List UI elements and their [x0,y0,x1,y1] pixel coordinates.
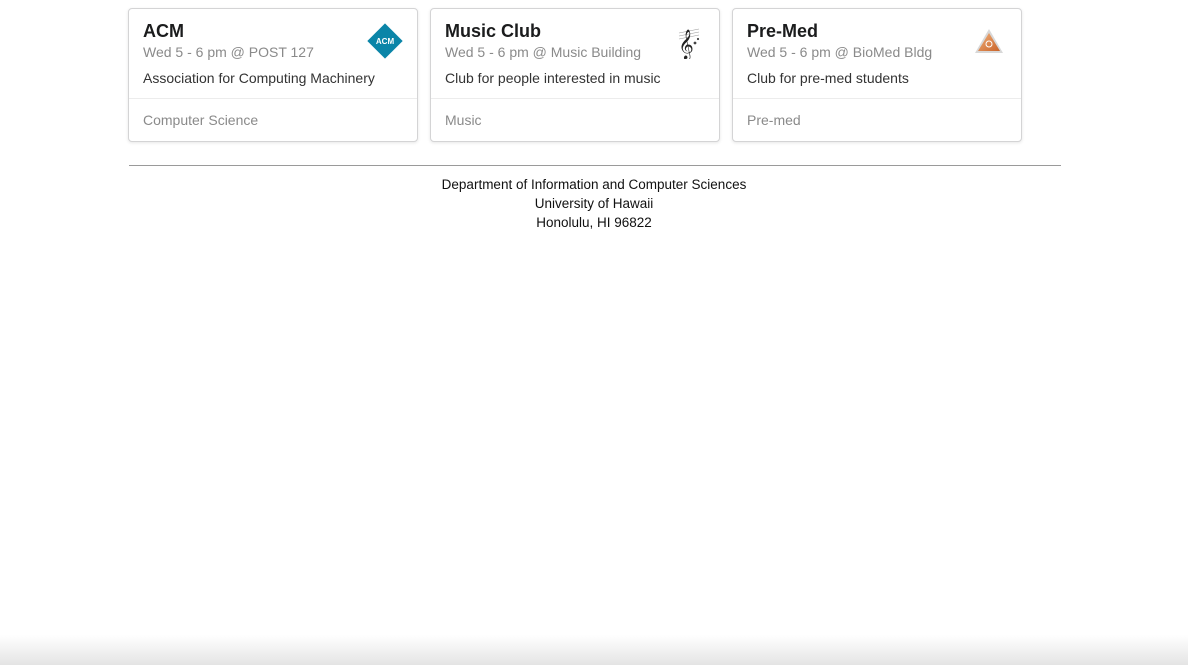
svg-text:𝄞: 𝄞 [678,29,693,59]
acm-logo-icon: ACM [367,23,403,59]
footer-department: Department of Information and Computer S… [441,177,747,192]
card-category: Computer Science [143,112,259,128]
card-description: Club for people interested in music [445,70,661,86]
card-content: Pre-Med Wed 5 - 6 pm @ BioMed Bldg Club … [733,9,1021,99]
card-meta: Wed 5 - 6 pm @ Music Building [445,44,642,60]
card-title: Music Club [445,21,542,41]
card-meta: Wed 5 - 6 pm @ BioMed Bldg [747,44,933,60]
card-description: Association for Computing Machinery [143,70,375,86]
card-title: Pre-Med [747,21,819,41]
card-meta: Wed 5 - 6 pm @ POST 127 [143,44,314,60]
bottom-shadow [0,635,1188,665]
card-content: ACM Wed 5 - 6 pm @ POST 127 Association … [129,9,417,99]
club-card-acm[interactable]: ACM Wed 5 - 6 pm @ POST 127 Association … [128,8,418,142]
treble-clef-icon: 𝄞 [669,23,705,59]
club-card-premed[interactable]: Pre-Med Wed 5 - 6 pm @ BioMed Bldg Club … [732,8,1022,142]
card-title: ACM [143,21,184,41]
footer-divider [129,165,1061,166]
card-category: Pre-med [747,112,801,128]
card-content: Music Club Wed 5 - 6 pm @ Music Building… [431,9,719,99]
footer-university: University of Hawaii [534,196,654,211]
card-category: Music [445,112,482,128]
footer-address: Honolulu, HI 96822 [536,215,652,230]
footer: Department of Information and Computer S… [0,175,1188,232]
club-card-music[interactable]: Music Club Wed 5 - 6 pm @ Music Building… [430,8,720,142]
premed-triangle-icon [971,23,1007,59]
acm-logo-text: ACM [376,37,395,46]
card-description: Club for pre-med students [747,70,909,86]
club-card-list: ACM Wed 5 - 6 pm @ POST 127 Association … [128,8,1022,142]
